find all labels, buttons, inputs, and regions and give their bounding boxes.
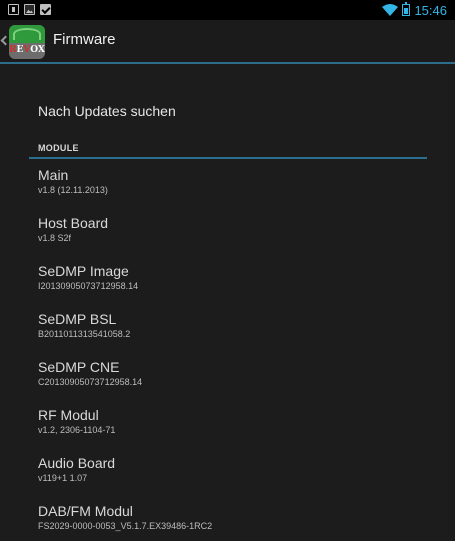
module-version: I20130905073712958.14 — [38, 281, 139, 291]
module-item-main[interactable]: Main v1.8 (12.11.2013) — [38, 167, 108, 196]
check-icon — [40, 4, 51, 15]
module-title: SeDMP Image — [38, 263, 129, 279]
module-version: v1.8 S2f — [38, 233, 72, 243]
image-icon — [24, 4, 35, 15]
action-bar: REVOX Firmware — [0, 20, 455, 64]
module-version: FS2029-0000-0053_V5.1.7.EX39486-1RC2 — [38, 521, 213, 531]
module-title: DAB/FM Modul — [38, 503, 133, 519]
module-version: v1.2, 2306-1104-71 — [38, 425, 116, 435]
check-updates-item[interactable]: Nach Updates suchen — [38, 103, 176, 119]
module-item-sedmp-bsl[interactable]: SeDMP BSL B2011011313541058.2 — [38, 311, 130, 340]
module-item-rf-modul[interactable]: RF Modul v1.2, 2306-1104-71 — [38, 407, 115, 436]
module-version: B2011011313541058.2 — [38, 329, 131, 339]
module-version: v1.8 (12.11.2013) — [38, 185, 108, 195]
module-title: Audio Board — [38, 455, 116, 471]
module-item-dab-fm-modul[interactable]: DAB/FM Modul FS2029-0000-0053_V5.1.7.EX3… — [38, 503, 212, 532]
status-bar: 15:46 — [0, 0, 455, 20]
category-divider — [29, 157, 427, 159]
module-version: v119+1 1.07 — [38, 473, 88, 483]
module-item-audio-board[interactable]: Audio Board v119+1 1.07 — [38, 455, 115, 484]
module-title: SeDMP BSL — [38, 311, 117, 327]
module-title: SeDMP CNE — [38, 359, 120, 375]
wifi-icon — [382, 4, 399, 16]
module-item-sedmp-image[interactable]: SeDMP Image I20130905073712958.14 — [38, 263, 138, 292]
revox-logo-icon[interactable]: REVOX — [9, 25, 45, 59]
module-title: Main — [38, 167, 69, 183]
battery-icon — [402, 2, 411, 16]
module-version: C20130905073712958.14 — [38, 377, 143, 387]
module-item-sedmp-cne[interactable]: SeDMP CNE C20130905073712958.14 — [38, 359, 142, 388]
clock: 15:46 — [414, 2, 447, 18]
sim-icon — [8, 4, 19, 15]
module-title: RF Modul — [38, 407, 99, 423]
module-item-host-board[interactable]: Host Board v1.8 S2f — [38, 215, 108, 244]
module-title: Host Board — [38, 215, 109, 231]
page-title: Firmware — [53, 31, 116, 48]
status-right: 15:46 — [382, 1, 447, 19]
category-header: MODULE — [38, 143, 79, 153]
